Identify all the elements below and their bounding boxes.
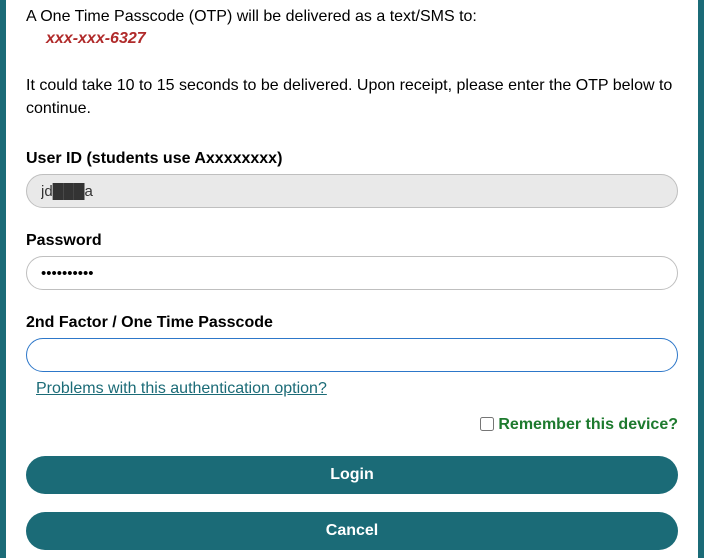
cancel-button[interactable]: Cancel — [26, 512, 678, 550]
otp-label: 2nd Factor / One Time Passcode — [26, 314, 678, 332]
remember-device-checkbox[interactable] — [480, 417, 494, 431]
problems-link[interactable]: Problems with this authentication option… — [36, 380, 327, 398]
userid-input[interactable] — [26, 174, 678, 208]
password-label: Password — [26, 232, 678, 250]
otp-input[interactable] — [26, 338, 678, 372]
login-otp-panel: A One Time Passcode (OTP) will be delive… — [0, 0, 704, 558]
password-input[interactable] — [26, 256, 678, 290]
remember-device-row: Remember this device? — [26, 414, 678, 434]
right-accent-bar — [698, 0, 704, 558]
login-button[interactable]: Login — [26, 456, 678, 494]
otp-instruction-message: It could take 10 to 15 seconds to be del… — [26, 74, 678, 120]
form-container: A One Time Passcode (OTP) will be delive… — [6, 0, 698, 558]
userid-label: User ID (students use Axxxxxxxx) — [26, 150, 678, 168]
remember-device-text: Remember this device? — [498, 416, 678, 433]
remember-device-label[interactable]: Remember this device? — [476, 416, 678, 433]
masked-phone-number: xxx-xxx-6327 — [46, 30, 678, 48]
otp-delivery-message: A One Time Passcode (OTP) will be delive… — [26, 8, 678, 26]
